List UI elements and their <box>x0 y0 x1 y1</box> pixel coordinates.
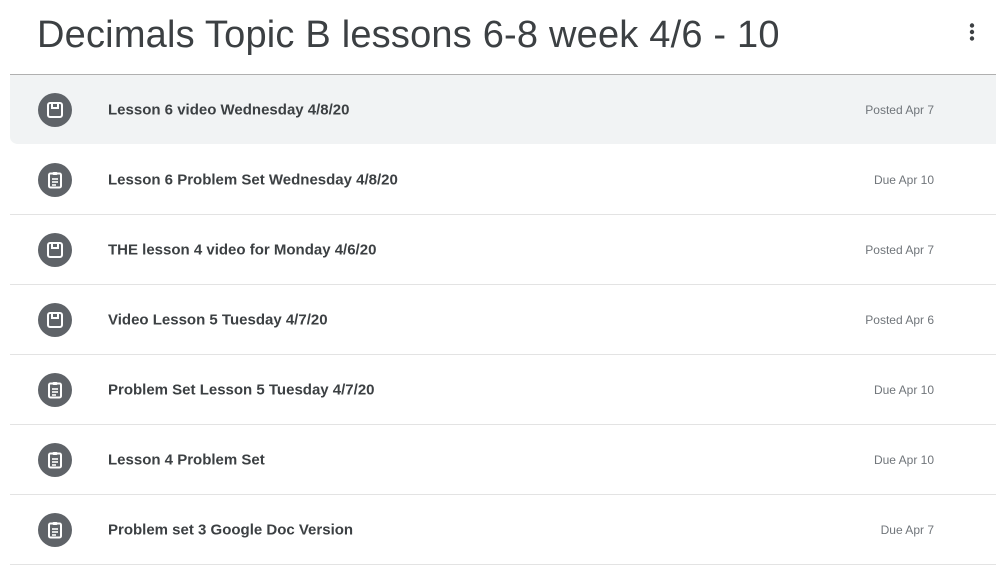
assignment-icon <box>38 162 72 197</box>
more-vert-icon <box>969 23 975 41</box>
classwork-item[interactable]: Lesson 6 video Wednesday 4/8/20 Posted Ap… <box>10 75 996 145</box>
item-date: Posted Apr 7 <box>865 242 934 257</box>
material-icon <box>38 232 72 267</box>
item-date: Due Apr 7 <box>880 522 934 537</box>
assignment-icon <box>38 512 72 547</box>
item-title: Problem set 3 Google Doc Version <box>108 521 354 538</box>
topic-header: Decimals Topic B lessons 6-8 week 4/6 - … <box>10 0 996 75</box>
more-options-button[interactable] <box>958 18 986 46</box>
item-title: Lesson 6 video Wednesday 4/8/20 <box>108 101 350 118</box>
item-date: Due Apr 10 <box>873 172 934 187</box>
assignment-icon <box>38 442 72 477</box>
assignment-icon <box>38 372 72 407</box>
classwork-item[interactable]: Lesson 4 Problem Set Due Apr 10 <box>10 425 996 495</box>
classwork-item[interactable]: Problem set 3 Google Doc Version Due Apr … <box>10 495 996 565</box>
item-title: THE lesson 4 video for Monday 4/6/20 <box>108 241 377 258</box>
material-icon <box>38 92 72 127</box>
item-date: Due Apr 10 <box>873 382 934 397</box>
item-date: Posted Apr 6 <box>865 312 934 327</box>
classwork-item[interactable]: Lesson 6 Problem Set Wednesday 4/8/20 Due… <box>10 145 996 215</box>
item-title: Problem Set Lesson 5 Tuesday 4/7/20 <box>108 381 375 398</box>
item-title: Lesson 6 Problem Set Wednesday 4/8/20 <box>108 171 398 188</box>
item-title: Video Lesson 5 Tuesday 4/7/20 <box>108 311 328 328</box>
item-date: Posted Apr 7 <box>865 102 934 117</box>
item-date: Due Apr 10 <box>873 452 934 467</box>
item-title: Lesson 4 Problem Set <box>108 451 265 468</box>
classwork-page: Decimals Topic B lessons 6-8 week 4/6 - … <box>0 0 996 565</box>
classwork-item-list: Lesson 6 video Wednesday 4/8/20 Posted Ap… <box>10 75 996 565</box>
material-icon <box>38 302 72 337</box>
classwork-item[interactable]: THE lesson 4 video for Monday 4/6/20 Post… <box>10 215 996 285</box>
classwork-item[interactable]: Problem Set Lesson 5 Tuesday 4/7/20 Due A… <box>10 355 996 425</box>
classwork-item[interactable]: Video Lesson 5 Tuesday 4/7/20 Posted Apr … <box>10 285 996 355</box>
topic-title: Decimals Topic B lessons 6-8 week 4/6 - … <box>37 14 780 56</box>
